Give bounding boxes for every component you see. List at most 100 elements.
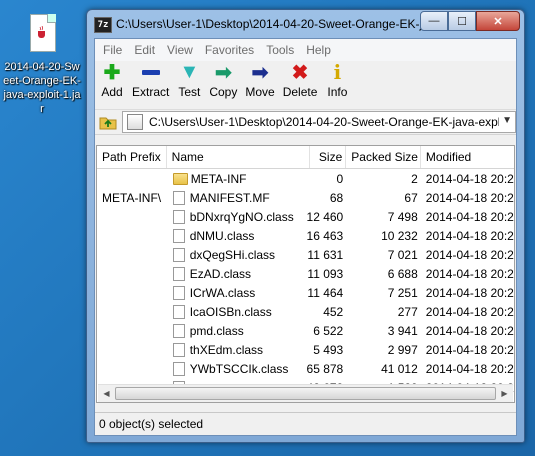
row-name: dxQegSHi.class: [167, 247, 304, 262]
move-button[interactable]: ➡ Move: [242, 61, 277, 100]
desktop-jar-file[interactable]: 2014-04-20-Sweet-Orange-EK-java-exploit-…: [2, 14, 82, 116]
col-size[interactable]: Size: [310, 146, 347, 168]
row-size: 16 463: [306, 228, 344, 243]
menu-edit[interactable]: Edit: [128, 43, 161, 57]
minus-icon: [139, 61, 163, 83]
col-path-prefix[interactable]: Path Prefix: [97, 146, 167, 168]
window-client: File Edit View Favorites Tools Help ✚ Ad…: [94, 38, 517, 436]
copy-button[interactable]: ➡ Copy: [206, 61, 240, 100]
scroll-left-icon[interactable]: ◀: [98, 385, 115, 402]
row-modified: 2014-04-18 20:20: [425, 285, 514, 300]
row-name: MANIFEST.MF: [167, 190, 304, 205]
window-title: C:\Users\User-1\Desktop\2014-04-20-Sweet…: [116, 17, 426, 31]
7zip-app-icon: 7z: [94, 17, 112, 33]
col-packed-size[interactable]: Packed Size: [346, 146, 421, 168]
menu-help[interactable]: Help: [300, 43, 337, 57]
list-item[interactable]: EzAD.class 11 093 6 688 2014-04-18 20:20: [97, 264, 514, 283]
list-item[interactable]: thXEdm.class 5 493 2 997 2014-04-18 20:20: [97, 340, 514, 359]
file-icon: [172, 228, 185, 243]
row-modified: 2014-04-18 20:20: [425, 266, 514, 281]
row-packed-size: 41 012: [381, 361, 418, 376]
address-field[interactable]: C:\Users\User-1\Desktop\2014-04-20-Sweet…: [122, 111, 516, 133]
file-icon: [172, 285, 185, 300]
row-name-text: dxQegSHi.class: [189, 247, 276, 262]
file-icon: [172, 304, 185, 319]
archive-icon: [127, 114, 143, 130]
list-item[interactable]: META-INF\ MANIFEST.MF 68 67 2014-04-18 20:20: [97, 188, 514, 207]
folder-icon: [172, 172, 188, 185]
plus-icon: ✚: [103, 61, 121, 84]
menu-favorites[interactable]: Favorites: [199, 43, 260, 57]
row-name-text: EzAD.class: [189, 266, 252, 281]
file-icon: [172, 190, 185, 205]
add-button[interactable]: ✚ Add: [97, 61, 127, 100]
row-size: 452: [323, 304, 344, 319]
java-jar-icon: [26, 14, 58, 54]
row-name-text: bDNxrqYgNO.class: [189, 209, 294, 224]
address-path: C:\Users\User-1\Desktop\2014-04-20-Sweet…: [149, 115, 499, 129]
list-item[interactable]: dxQegSHi.class 11 631 7 021 2014-04-18 20:2…: [97, 245, 514, 264]
row-size: 11 093: [307, 266, 344, 281]
minimize-button[interactable]: —: [420, 11, 448, 31]
file-icon: [172, 323, 185, 338]
row-packed-size: 7 498: [387, 209, 418, 224]
col-name[interactable]: Name: [167, 146, 310, 168]
row-packed-size: 2: [411, 171, 418, 186]
extract-label: Extract: [132, 85, 170, 99]
col-modified[interactable]: Modified: [421, 146, 514, 168]
row-name-text: MANIFEST.MF: [189, 190, 270, 205]
extract-button[interactable]: Extract: [129, 61, 172, 99]
row-name: YWbTSCCIk.class: [167, 361, 304, 376]
row-modified: 2014-04-18 20:20: [425, 247, 514, 262]
list-item[interactable]: bDNxrqYgNO.class 12 460 7 498 2014-04-18 20…: [97, 207, 514, 226]
file-icon: [172, 247, 185, 262]
row-packed-size: 7 251: [387, 285, 418, 300]
list-item[interactable]: META-INF 0 2 2014-04-18 20:20: [97, 169, 514, 188]
delete-x-icon: ✖: [291, 61, 309, 84]
info-button[interactable]: i Info: [322, 60, 352, 99]
add-label: Add: [101, 85, 123, 99]
menu-bar: File Edit View Favorites Tools Help: [95, 39, 516, 61]
up-folder-button[interactable]: [98, 112, 118, 132]
scroll-thumb[interactable]: [115, 387, 496, 400]
row-size: 6 522: [313, 323, 344, 338]
row-name-text: IcaOISBn.class: [189, 304, 272, 319]
row-size: 65 878: [306, 361, 344, 376]
row-packed-size: 10 232: [381, 228, 418, 243]
row-name-text: pmd.class: [189, 323, 244, 338]
row-name: bDNxrqYgNO.class: [167, 209, 304, 224]
menu-tools[interactable]: Tools: [260, 43, 300, 57]
row-name-text: ICrWA.class: [189, 285, 256, 300]
maximize-button[interactable]: ☐: [448, 11, 476, 31]
row-size: 12 460: [306, 209, 344, 224]
row-modified: 2014-04-18 20:20: [425, 209, 514, 224]
file-icon: [172, 342, 185, 357]
title-bar[interactable]: 7z C:\Users\User-1\Desktop\2014-04-20-Sw…: [87, 10, 524, 38]
row-modified: 2014-04-18 20:20: [425, 171, 514, 186]
test-button[interactable]: ▼ Test: [174, 61, 204, 100]
list-item[interactable]: dNMU.class 16 463 10 232 2014-04-18 20:20: [97, 226, 514, 245]
menu-view[interactable]: View: [161, 43, 199, 57]
file-icon: [172, 266, 185, 281]
scroll-right-icon[interactable]: ▶: [496, 385, 513, 402]
list-item[interactable]: IcaOISBn.class 452 277 2014-04-18 20:20: [97, 302, 514, 321]
move-arrow-icon: ➡: [251, 61, 269, 84]
status-bar: 0 object(s) selected: [95, 412, 516, 435]
row-packed-size: 7 021: [387, 247, 418, 262]
list-item[interactable]: ICrWA.class 11 464 7 251 2014-04-18 20:20: [97, 283, 514, 302]
horizontal-scrollbar[interactable]: ◀ ▶: [98, 384, 513, 402]
row-name: ICrWA.class: [167, 285, 304, 300]
row-name-text: YWbTSCCIk.class: [189, 361, 289, 376]
chevron-down-icon[interactable]: ▼: [502, 115, 512, 126]
close-button[interactable]: ✕: [476, 11, 520, 31]
status-text: 0 object(s) selected: [99, 417, 204, 431]
7zip-window: 7z C:\Users\User-1\Desktop\2014-04-20-Sw…: [86, 9, 525, 443]
list-item[interactable]: YWbTSCCIk.class 65 878 41 012 2014-04-18 20…: [97, 359, 514, 378]
delete-button[interactable]: ✖ Delete: [280, 61, 321, 100]
row-packed-size: 277: [397, 304, 418, 319]
move-label: Move: [245, 85, 275, 99]
row-packed-size: 2 997: [387, 342, 418, 357]
menu-file[interactable]: File: [97, 43, 128, 57]
list-item[interactable]: pmd.class 6 522 3 941 2014-04-18 20:20: [97, 321, 514, 340]
row-name-text: META-INF: [190, 171, 247, 186]
